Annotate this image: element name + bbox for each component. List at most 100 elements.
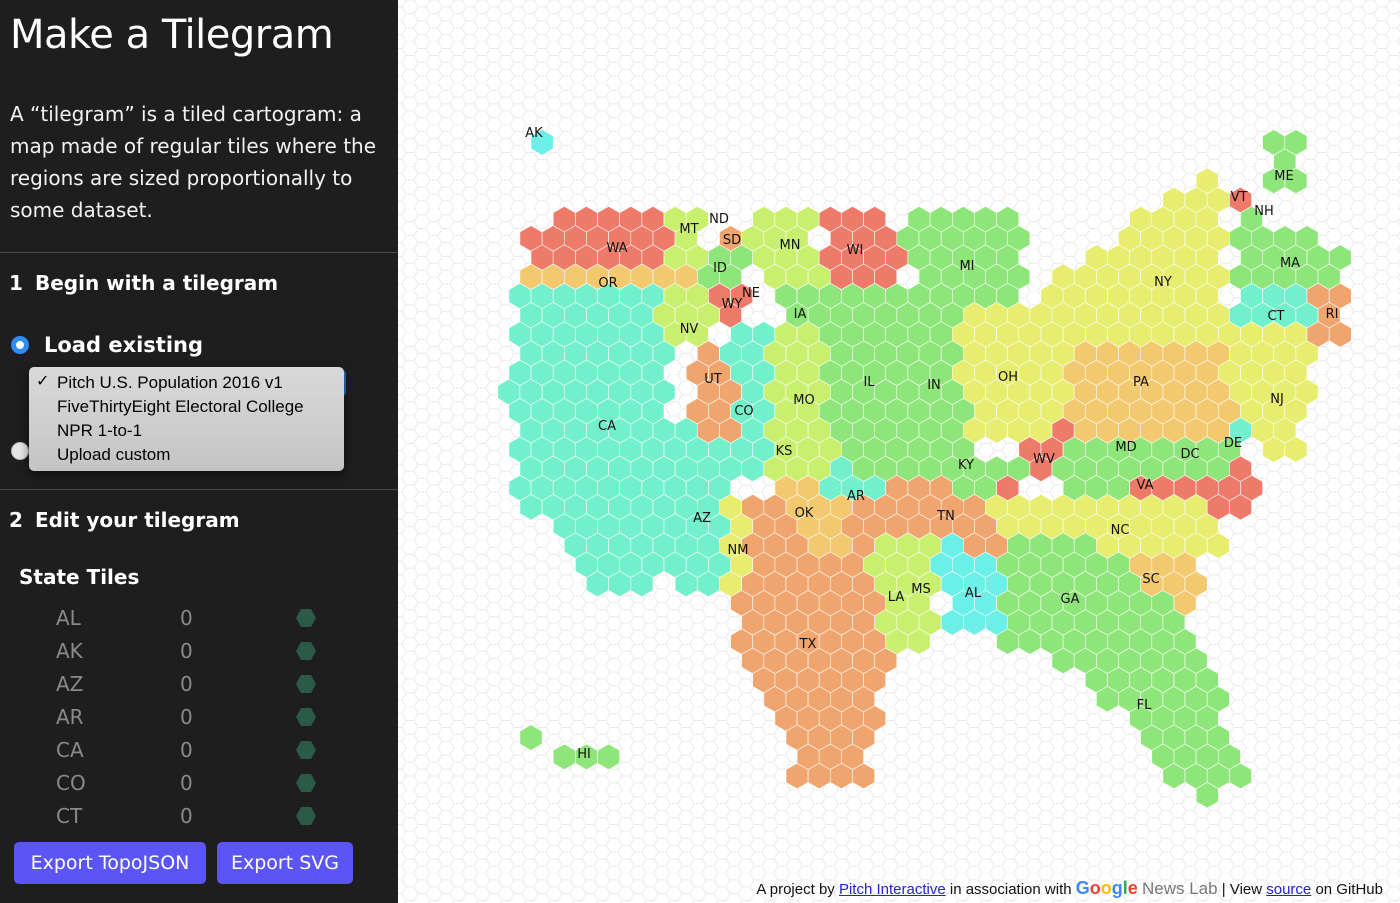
state-label-vt: VT — [1231, 190, 1248, 205]
step-1-number: 1 — [9, 271, 23, 295]
state-label-sd: SD — [723, 233, 741, 248]
state-label-pa: PA — [1133, 375, 1149, 390]
dataset-option-pitch[interactable]: Pitch U.S. Population 2016 v1 — [57, 373, 283, 393]
state-label-la: LA — [888, 590, 905, 605]
state-label-sc: SC — [1142, 572, 1159, 587]
state-label-wa: WA — [606, 241, 627, 256]
intro-text: A “tilegram” is a tiled cartogram: a map… — [10, 102, 377, 222]
state-label-in: IN — [927, 378, 941, 393]
tile-count: 0 — [180, 804, 193, 828]
step-2-label: Edit your tilegram — [35, 508, 240, 532]
state-label-co: CO — [734, 404, 753, 419]
load-existing-label[interactable]: Load existing — [44, 333, 203, 357]
dataset-option-fivethirtyeight[interactable]: FiveThirtyEight Electoral College — [57, 397, 304, 417]
state-row-ca[interactable]: CA 0 — [0, 734, 398, 764]
tile-count: 0 — [180, 606, 193, 630]
app-title: Make a Tilegram — [10, 12, 334, 58]
hexagon-swatch-icon[interactable] — [296, 708, 316, 726]
state-label-ks: KS — [776, 444, 793, 459]
export-topojson-button[interactable]: Export TopoJSON — [14, 842, 206, 884]
state-label-dc: DC — [1180, 447, 1199, 462]
state-row-ct[interactable]: CT 0 — [0, 800, 398, 830]
hexagon-swatch-icon[interactable] — [296, 774, 316, 792]
step-2-heading: 2 Edit your tilegram — [9, 508, 240, 532]
state-abbr: CA — [56, 738, 84, 762]
state-label-ia: IA — [794, 307, 807, 322]
state-label-ms: MS — [911, 582, 930, 597]
state-label-mt: MT — [679, 222, 698, 237]
step-2-number: 2 — [9, 508, 23, 532]
footer: A project by Pitch Interactive in associ… — [756, 878, 1383, 899]
footer-middle: in association with — [949, 881, 1072, 898]
state-label-me: ME — [1274, 169, 1293, 184]
state-abbr: AL — [56, 606, 81, 630]
state-label-mn: MN — [780, 238, 801, 253]
state-label-ky: KY — [958, 458, 974, 473]
hexagon-swatch-icon[interactable] — [296, 741, 316, 759]
step-1-label: Begin with a tilegram — [35, 271, 279, 295]
state-label-hi: HI — [577, 747, 591, 762]
state-label-ne: NE — [742, 286, 760, 301]
state-row-ar[interactable]: AR 0 — [0, 701, 398, 731]
export-svg-button[interactable]: Export SVG — [217, 842, 353, 884]
state-abbr: AR — [56, 705, 84, 729]
upload-radio[interactable] — [11, 442, 29, 460]
state-label-nm: NM — [728, 543, 749, 558]
state-label-wy: WY — [722, 297, 743, 312]
state-abbr: CO — [56, 771, 86, 795]
state-label-md: MD — [1115, 440, 1136, 455]
step-1-heading: 1 Begin with a tilegram — [9, 271, 278, 295]
dataset-option-npr[interactable]: NPR 1-to-1 — [57, 421, 142, 441]
tile-count: 0 — [180, 771, 193, 795]
tile-count: 0 — [180, 639, 193, 663]
dataset-dropdown-menu[interactable]: ✓ Pitch U.S. Population 2016 v1 FiveThir… — [29, 367, 344, 471]
state-label-nh: NH — [1254, 204, 1274, 219]
hexagon-swatch-icon[interactable] — [296, 675, 316, 693]
tilegram-canvas[interactable]: AK ME VT NH ND MT WA SD MN WI MI ID NY M… — [398, 0, 1400, 903]
state-row-ak[interactable]: AK 0 — [0, 635, 398, 665]
state-label-ut: UT — [704, 372, 722, 387]
state-label-or: OR — [598, 276, 617, 291]
state-label-nv: NV — [680, 322, 699, 337]
footer-view-text: | View — [1221, 881, 1263, 898]
state-row-co[interactable]: CO 0 — [0, 767, 398, 797]
state-label-wi: WI — [847, 243, 864, 258]
sidebar: Make a Tilegram A “tilegram” is a tiled … — [0, 0, 398, 903]
state-label-il: IL — [863, 375, 875, 390]
state-label-oh: OH — [998, 370, 1018, 385]
state-label-ma: MA — [1280, 256, 1300, 271]
state-label-tx: TX — [799, 637, 817, 652]
state-label-ga: GA — [1061, 592, 1080, 607]
tilegram-map[interactable]: AK ME VT NH ND MT WA SD MN WI MI ID NY M… — [398, 0, 1400, 903]
footer-prefix: A project by — [756, 881, 835, 898]
state-label-wv: WV — [1033, 452, 1055, 467]
tile-count: 0 — [180, 738, 193, 762]
state-label-mi: MI — [959, 259, 974, 274]
state-label-ok: OK — [795, 506, 814, 521]
news-lab-text: News Lab — [1141, 879, 1218, 898]
state-label-ny: NY — [1154, 275, 1172, 290]
state-label-nc: NC — [1111, 523, 1130, 538]
state-label-id: ID — [713, 261, 727, 276]
load-existing-radio[interactable] — [11, 336, 29, 354]
footer-suffix: on GitHub — [1315, 881, 1383, 898]
tile-count: 0 — [180, 672, 193, 696]
state-row-az[interactable]: AZ 0 — [0, 668, 398, 698]
state-label-ak: AK — [525, 126, 543, 141]
divider — [0, 252, 398, 253]
divider — [0, 489, 398, 490]
state-label-ca: CA — [598, 419, 616, 434]
state-row-al[interactable]: AL 0 — [0, 602, 398, 632]
state-label-fl: FL — [1137, 698, 1152, 713]
pitch-interactive-link[interactable]: Pitch Interactive — [839, 881, 946, 898]
state-label-ct: CT — [1267, 309, 1284, 324]
hexagon-swatch-icon[interactable] — [296, 642, 316, 660]
state-tiles-heading: State Tiles — [19, 565, 140, 589]
state-abbr: CT — [56, 804, 83, 828]
source-link[interactable]: source — [1266, 881, 1311, 898]
dataset-option-upload[interactable]: Upload custom — [57, 445, 170, 465]
state-label-de: DE — [1224, 436, 1242, 451]
hexagon-swatch-icon[interactable] — [296, 609, 316, 627]
state-label-mo: MO — [793, 393, 814, 408]
hexagon-swatch-icon[interactable] — [296, 807, 316, 825]
